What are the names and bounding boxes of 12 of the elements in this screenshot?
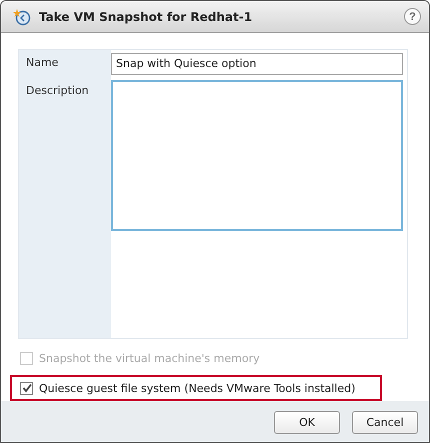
help-button[interactable]: ? xyxy=(404,8,421,25)
checkbox-label: Quiesce guest file system (Needs VMware Tools installed) xyxy=(39,382,356,394)
checkbox[interactable] xyxy=(20,382,33,394)
checkbox-label: Snapshot the virtual machine's memory xyxy=(39,352,260,364)
field-label: Name xyxy=(25,55,60,71)
snapshot-icon xyxy=(13,8,31,26)
description-field[interactable] xyxy=(111,80,403,231)
window-title: Take VM Snapshot for Redhat-1 xyxy=(39,10,254,24)
name-field[interactable]: Snap with Quiesce option xyxy=(111,52,403,74)
cancel-button[interactable]: Cancel xyxy=(352,410,418,434)
ok-button[interactable]: OK xyxy=(274,410,340,434)
field-label: Description xyxy=(25,83,90,99)
